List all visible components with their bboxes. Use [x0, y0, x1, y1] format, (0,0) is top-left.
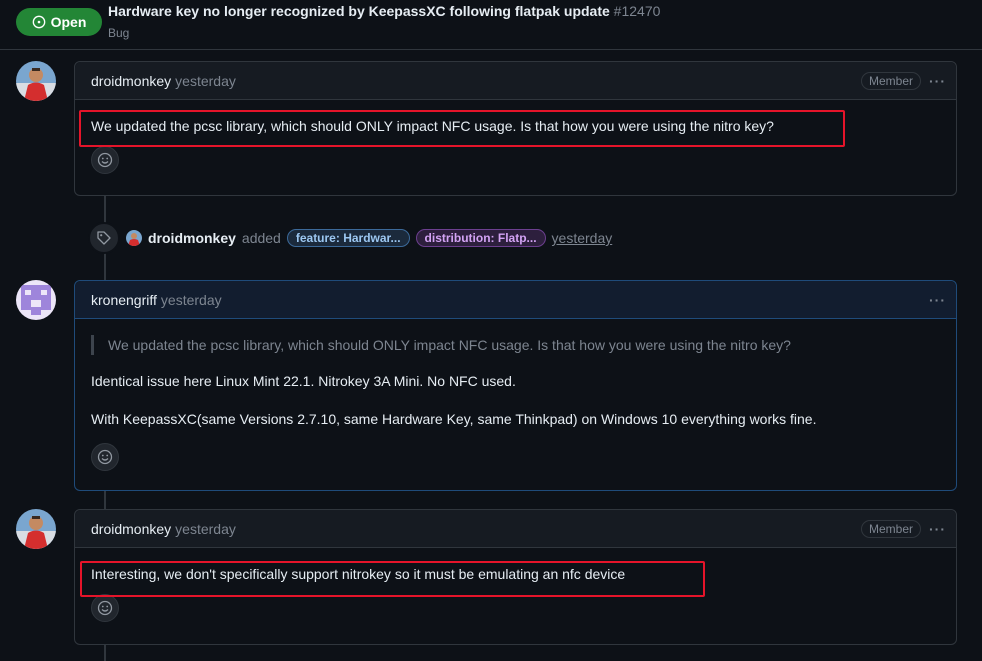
kebab-horizontal-icon[interactable]: ···	[929, 292, 946, 308]
issue-title: Hardware key no longer recognized by Kee…	[108, 3, 660, 19]
add-reaction-button[interactable]	[91, 443, 119, 471]
add-reaction-button[interactable]	[91, 594, 119, 622]
comment-header: droidmonkey yesterday Member ···	[75, 510, 956, 548]
timeline-event-labeled: droidmonkey added feature: Hardwar... di…	[88, 222, 613, 254]
comment-author[interactable]: droidmonkey	[91, 73, 171, 89]
label-distribution[interactable]: distribution: Flatp...	[415, 229, 546, 247]
issue-number: #12470	[613, 3, 661, 19]
comment-quote: We updated the pcsc library, which shoul…	[91, 335, 940, 355]
comment-card: kronengriff yesterday ··· We updated the…	[74, 280, 957, 491]
comment-card: droidmonkey yesterday Member ··· We upda…	[74, 61, 957, 196]
issue-type[interactable]: Bug	[108, 26, 129, 40]
role-badge: Member	[860, 71, 921, 90]
comment-paragraph: Identical issue here Linux Mint 22.1. Ni…	[91, 373, 516, 389]
issue-opened-icon	[32, 15, 45, 29]
avatar[interactable]	[16, 280, 56, 320]
smiley-icon	[97, 600, 113, 616]
comment-author[interactable]: droidmonkey	[91, 521, 171, 537]
issue-header: Open Hardware key no longer recognized b…	[0, 0, 982, 50]
comment-author[interactable]: kronengriff	[91, 292, 157, 308]
comment-body: Interesting, we don't specifically suppo…	[91, 566, 626, 582]
smiley-icon	[97, 449, 113, 465]
timeline-connector	[104, 491, 106, 509]
label-feature[interactable]: feature: Hardwar...	[286, 229, 410, 247]
tag-icon	[97, 231, 111, 245]
issue-state-badge: Open	[16, 8, 102, 36]
comment-header: kronengriff yesterday ···	[75, 281, 956, 319]
role-badge: Member	[860, 519, 921, 538]
comment-header: droidmonkey yesterday Member ···	[75, 62, 956, 100]
event-verb: added	[241, 230, 281, 246]
issue-state-label: Open	[50, 14, 87, 30]
kebab-horizontal-icon[interactable]: ···	[929, 73, 946, 89]
event-badge	[88, 222, 120, 254]
avatar[interactable]	[16, 509, 56, 549]
smiley-icon	[97, 152, 113, 168]
avatar[interactable]	[126, 230, 142, 246]
comment-timestamp[interactable]: yesterday	[175, 73, 236, 89]
comment-body: We updated the pcsc library, which shoul…	[91, 118, 774, 134]
comment-timestamp[interactable]: yesterday	[161, 292, 222, 308]
avatar[interactable]	[16, 61, 56, 101]
timeline-connector	[104, 645, 106, 661]
kebab-horizontal-icon[interactable]: ···	[929, 521, 946, 537]
event-actor[interactable]: droidmonkey	[148, 230, 236, 246]
comment-card: droidmonkey yesterday Member ··· Interes…	[74, 509, 957, 645]
issue-title-text: Hardware key no longer recognized by Kee…	[108, 3, 610, 19]
add-reaction-button[interactable]	[91, 146, 119, 174]
comment-timestamp[interactable]: yesterday	[175, 521, 236, 537]
event-timestamp[interactable]: yesterday	[552, 230, 613, 246]
comment-paragraph: With KeepassXC(same Versions 2.7.10, sam…	[91, 411, 817, 427]
